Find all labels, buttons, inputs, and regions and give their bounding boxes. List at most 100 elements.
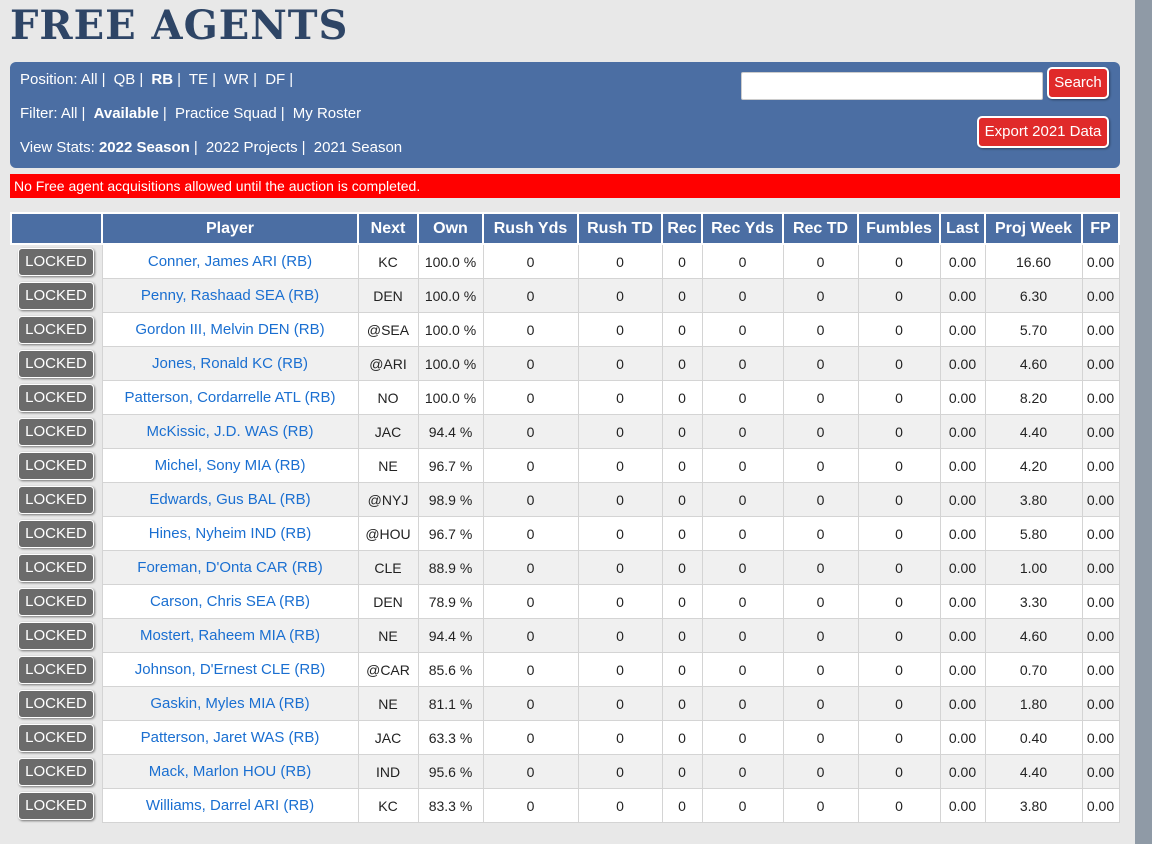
position-link-df[interactable]: DF [265, 71, 285, 88]
cell-last: 0.00 [939, 482, 986, 517]
locked-button[interactable]: LOCKED [18, 281, 94, 310]
cell-fp: 0.00 [1081, 278, 1120, 313]
player-link[interactable]: Mostert, Raheem MIA (RB) [140, 627, 320, 644]
player-cell: Jones, Ronald KC (RB) [101, 346, 359, 381]
locked-button[interactable]: LOCKED [18, 621, 94, 650]
cell-rush-yds: 0 [482, 346, 579, 381]
cell-rec: 0 [661, 278, 703, 313]
locked-button[interactable]: LOCKED [18, 587, 94, 616]
locked-button[interactable]: LOCKED [18, 723, 94, 752]
locked-button[interactable]: LOCKED [18, 383, 94, 412]
cell-rush-yds: 0 [482, 516, 579, 551]
column-header: FP [1081, 212, 1120, 245]
lock-cell: LOCKED [11, 720, 102, 755]
locked-button[interactable]: LOCKED [18, 757, 94, 786]
table-row: LOCKED Mostert, Raheem MIA (RB) NE 94.4 % 0 0… [11, 618, 1120, 653]
player-link[interactable]: Conner, James ARI (RB) [148, 253, 312, 270]
table-row: LOCKED Johnson, D'Ernest CLE (RB) @CAR 85.6… [11, 652, 1120, 687]
cell-rec-yds: 0 [701, 720, 784, 755]
cell-own: 63.3 % [417, 720, 484, 755]
locked-button[interactable]: LOCKED [18, 485, 94, 514]
search-input[interactable] [741, 72, 1043, 100]
locked-button[interactable]: LOCKED [18, 519, 94, 548]
player-link[interactable]: Johnson, D'Ernest CLE (RB) [135, 661, 325, 678]
player-link[interactable]: Foreman, D'Onta CAR (RB) [137, 559, 322, 576]
filter-link-my-roster[interactable]: My Roster [293, 105, 361, 122]
cell-fumbles: 0 [857, 652, 941, 687]
cell-rush-yds: 0 [482, 482, 579, 517]
player-link[interactable]: Michel, Sony MIA (RB) [155, 457, 306, 474]
cell-fp: 0.00 [1081, 788, 1120, 823]
stats-link-2022-projects[interactable]: 2022 Projects [206, 139, 298, 156]
cell-rec-td: 0 [782, 482, 859, 517]
player-link[interactable]: Gordon III, Melvin DEN (RB) [135, 321, 324, 338]
locked-button[interactable]: LOCKED [18, 553, 94, 582]
cell-fumbles: 0 [857, 312, 941, 347]
lock-cell: LOCKED [11, 414, 102, 449]
position-link-wr[interactable]: WR [224, 71, 249, 88]
locked-button[interactable]: LOCKED [18, 349, 94, 378]
locked-button[interactable]: LOCKED [18, 791, 94, 820]
player-link[interactable]: Edwards, Gus BAL (RB) [149, 491, 310, 508]
player-link[interactable]: McKissic, J.D. WAS (RB) [147, 423, 314, 440]
filter-panel: Position: All | QB | RB | TE | WR | DF | Filte… [10, 62, 1120, 168]
cell-rec-yds: 0 [701, 312, 784, 347]
cell-rec-yds: 0 [701, 380, 784, 415]
locked-button[interactable]: LOCKED [18, 417, 94, 446]
cell-last: 0.00 [939, 414, 986, 449]
table-row: LOCKED Patterson, Jaret WAS (RB) JAC 63.3 %… [11, 720, 1120, 755]
player-cell: Hines, Nyheim IND (RB) [101, 516, 359, 551]
status-filter: Filter: All | Available | Practice Squad | … [20, 105, 361, 122]
column-header: Rush Yds [482, 212, 579, 245]
locked-button[interactable]: LOCKED [18, 655, 94, 684]
search-button[interactable]: Search [1047, 67, 1109, 99]
table-row: LOCKED Mack, Marlon HOU (RB) IND 95.6 % 0 0 0 0… [11, 754, 1120, 789]
cell-rec-td: 0 [782, 720, 859, 755]
player-link[interactable]: Carson, Chris SEA (RB) [150, 593, 310, 610]
lock-cell: LOCKED [11, 516, 102, 551]
cell-fp: 0.00 [1081, 414, 1120, 449]
cell-rush-yds: 0 [482, 720, 579, 755]
cell-fumbles: 0 [857, 448, 941, 483]
cell-fumbles: 0 [857, 584, 941, 619]
cell-rush-td: 0 [577, 312, 663, 347]
cell-next: @NYJ [357, 482, 419, 517]
player-link[interactable]: Penny, Rashaad SEA (RB) [141, 287, 319, 304]
player-cell: Edwards, Gus BAL (RB) [101, 482, 359, 517]
cell-fumbles: 0 [857, 686, 941, 721]
scrollbar[interactable] [1135, 0, 1152, 844]
cell-proj: 0.40 [984, 720, 1083, 755]
locked-button[interactable]: LOCKED [18, 689, 94, 718]
player-link[interactable]: Patterson, Jaret WAS (RB) [141, 729, 320, 746]
position-link-te[interactable]: TE [189, 71, 208, 88]
player-link[interactable]: Hines, Nyheim IND (RB) [149, 525, 312, 542]
cell-rush-td: 0 [577, 720, 663, 755]
stats-link-2021-season[interactable]: 2021 Season [314, 139, 402, 156]
cell-rush-yds: 0 [482, 312, 579, 347]
player-link[interactable]: Jones, Ronald KC (RB) [152, 355, 308, 372]
separator: | [139, 71, 144, 88]
cell-fp: 0.00 [1081, 652, 1120, 687]
locked-button[interactable]: LOCKED [18, 451, 94, 480]
locked-button[interactable]: LOCKED [18, 315, 94, 344]
player-cell: Penny, Rashaad SEA (RB) [101, 278, 359, 313]
filter-link-available[interactable]: Available [94, 105, 159, 122]
stats-link-2022-season[interactable]: 2022 Season [99, 139, 190, 156]
cell-own: 100.0 % [417, 312, 484, 347]
cell-fp: 0.00 [1081, 346, 1120, 381]
locked-button[interactable]: LOCKED [18, 247, 94, 276]
cell-fumbles: 0 [857, 414, 941, 449]
player-link[interactable]: Gaskin, Myles MIA (RB) [150, 695, 309, 712]
filter-link-practice-squad[interactable]: Practice Squad [175, 105, 277, 122]
filter-link-all[interactable]: All [61, 105, 78, 122]
export-button[interactable]: Export 2021 Data [977, 116, 1109, 148]
position-link-qb[interactable]: QB [114, 71, 136, 88]
player-link[interactable]: Mack, Marlon HOU (RB) [149, 763, 312, 780]
player-link[interactable]: Williams, Darrel ARI (RB) [146, 797, 314, 814]
position-link-rb[interactable]: RB [151, 71, 173, 88]
player-cell: Michel, Sony MIA (RB) [101, 448, 359, 483]
position-link-all[interactable]: All [81, 71, 98, 88]
cell-rec-yds: 0 [701, 414, 784, 449]
player-link[interactable]: Patterson, Cordarrelle ATL (RB) [125, 389, 336, 406]
cell-rec: 0 [661, 788, 703, 823]
